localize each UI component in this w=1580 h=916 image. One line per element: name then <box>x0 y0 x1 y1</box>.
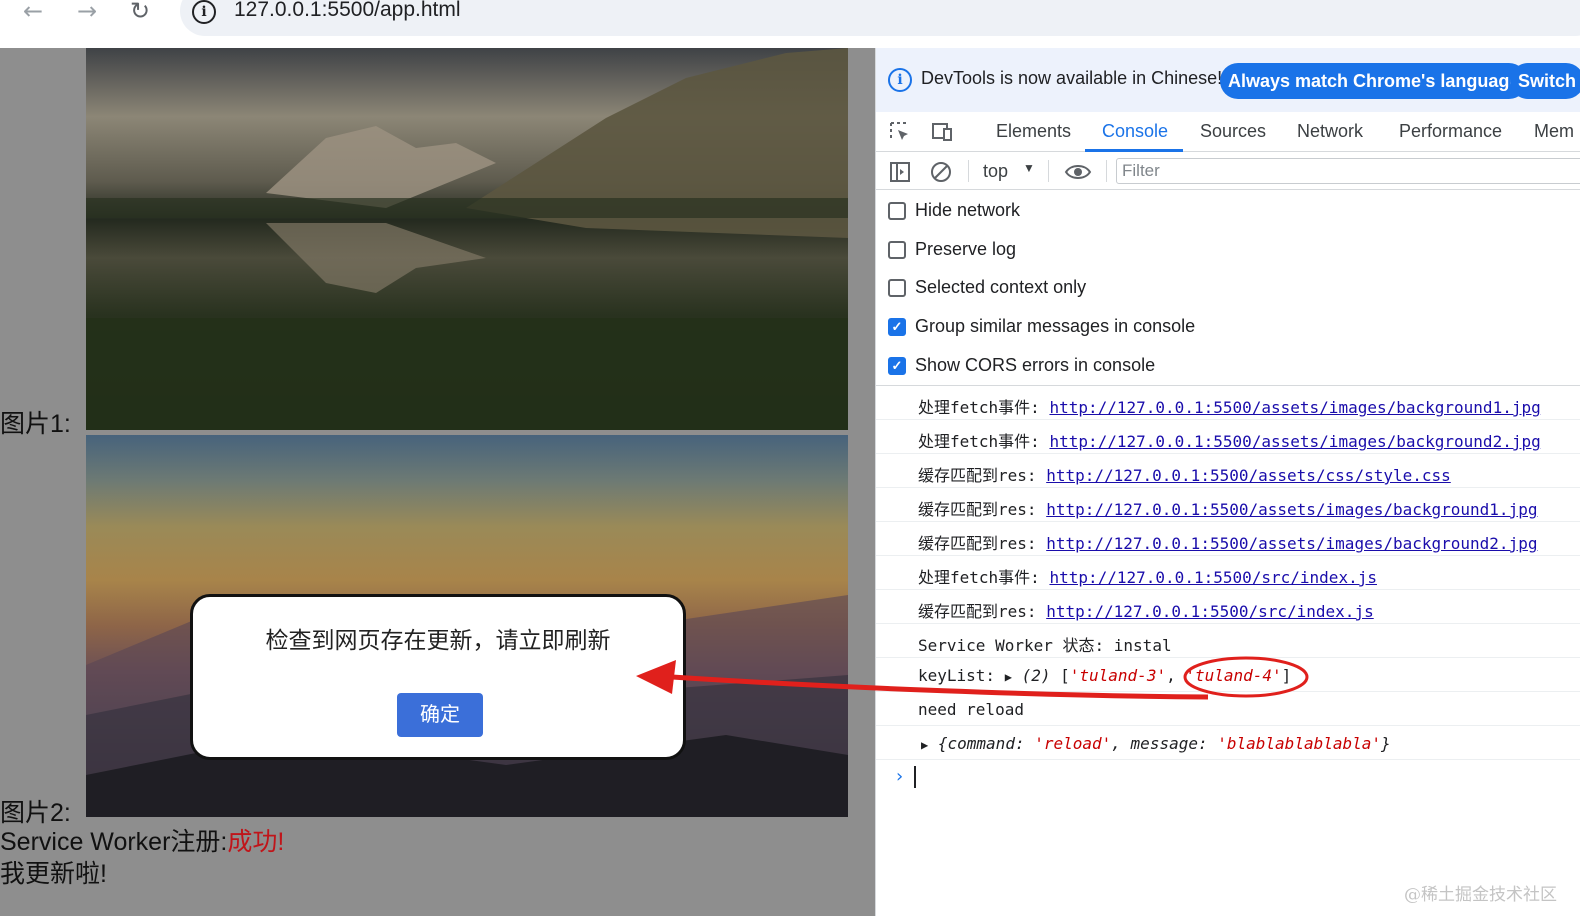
expand-triangle-icon[interactable]: ▶ <box>921 738 928 752</box>
checkbox-checked[interactable]: ✓ <box>888 357 906 375</box>
setting-label: Show CORS errors in console <box>915 355 1156 375</box>
console-row-keylist[interactable]: keyList: ▶ (2) ['tuland-3', 'tuland-4'] <box>876 658 1580 692</box>
dialog-message: 检查到网页存在更新，请立即刷新 <box>265 627 611 653</box>
page-viewport: 图片1: 图片2: Service Worker注册:成功! 我更新啦! 检查到… <box>0 48 875 916</box>
log-prefix: 缓存匹配到res: <box>918 602 1037 621</box>
console-row: 缓存匹配到res: http://127.0.0.1:5500/assets/i… <box>876 522 1580 556</box>
console-row: need reload <box>876 692 1580 726</box>
setting-label: Group similar messages in console <box>915 316 1196 336</box>
always-match-language-button[interactable]: Always match Chrome's language <box>1220 63 1528 99</box>
log-prefix: 处理fetch事件: <box>918 568 1040 587</box>
console-output: 处理fetch事件: http://127.0.0.1:5500/assets/… <box>876 386 1580 916</box>
update-dialog: 检查到网页存在更新，请立即刷新 确定 <box>190 594 686 760</box>
keylist-item: 'tuland-4' <box>1185 666 1282 685</box>
eye-icon[interactable] <box>1064 160 1092 184</box>
log-link[interactable]: http://127.0.0.1:5500/assets/images/back… <box>1049 432 1540 451</box>
setting-label: Selected context only <box>915 277 1087 297</box>
console-row-object[interactable]: ▶ {command: 'reload', message: 'blablabl… <box>876 726 1580 760</box>
watermark: @稀土掘金技术社区 <box>1404 885 1557 905</box>
back-arrow-icon[interactable]: ← <box>16 0 50 26</box>
reload-icon[interactable]: ↻ <box>123 0 157 26</box>
context-selector[interactable]: top <box>983 161 1008 182</box>
log-prefix: 缓存匹配到res: <box>918 534 1037 553</box>
info-icon: i <box>888 68 912 92</box>
keylist-count: (2) <box>1021 666 1051 685</box>
log-link[interactable]: http://127.0.0.1:5500/src/index.js <box>1049 568 1377 587</box>
sw-state-label: Service Worker 状态: <box>918 636 1105 655</box>
checkbox-checked[interactable]: ✓ <box>888 318 906 336</box>
console-prompt-icon: › <box>894 766 905 787</box>
chevron-down-icon[interactable]: ▼ <box>1023 161 1035 175</box>
object-key: message <box>1130 734 1198 753</box>
confirm-button[interactable]: 确定 <box>397 693 483 737</box>
console-filterbar: top ▼ Filter <box>876 152 1580 190</box>
tab-performance[interactable]: Performance <box>1399 121 1502 142</box>
sw-label: Service Worker注册: <box>0 828 228 856</box>
keylist-label: keyList: <box>918 666 996 685</box>
log-prefix: 处理fetch事件: <box>918 432 1040 451</box>
sw-register-status: Service Worker注册:成功! <box>0 822 284 858</box>
devtools-tabbar: Elements Console Sources Network Perform… <box>876 112 1580 152</box>
object-value: 'blablablablabla' <box>1217 734 1382 753</box>
tab-network[interactable]: Network <box>1297 121 1363 142</box>
sw-status-value: 成功! <box>227 828 285 856</box>
console-input-caret[interactable] <box>914 766 916 788</box>
separator <box>968 160 969 182</box>
console-row: 处理fetch事件: http://127.0.0.1:5500/assets/… <box>876 386 1580 420</box>
keylist-item: 'tuland-3' <box>1069 666 1167 685</box>
log-link[interactable]: http://127.0.0.1:5500/assets/images/back… <box>1046 500 1537 519</box>
console-row: 缓存匹配到res: http://127.0.0.1:5500/src/inde… <box>876 590 1580 624</box>
object-value: 'reload' <box>1034 734 1112 753</box>
log-prefix: 缓存匹配到res: <box>918 500 1037 519</box>
log-link[interactable]: http://127.0.0.1:5500/assets/images/back… <box>1049 398 1540 417</box>
console-row: Service Worker 状态: instal <box>876 624 1580 658</box>
forward-arrow-icon[interactable]: → <box>70 0 104 26</box>
expand-triangle-icon[interactable]: ▶ <box>1005 670 1012 684</box>
infobar-text: DevTools is now available in Chinese! <box>921 68 1223 88</box>
language-infobar: i DevTools is now available in Chinese! … <box>876 48 1580 112</box>
checkbox[interactable] <box>888 279 906 297</box>
tab-sources[interactable]: Sources <box>1200 121 1266 142</box>
clear-console-icon[interactable] <box>929 160 953 184</box>
tab-elements[interactable]: Elements <box>996 121 1071 142</box>
checkbox[interactable] <box>888 241 906 259</box>
console-row: 处理fetch事件: http://127.0.0.1:5500/assets/… <box>876 420 1580 454</box>
image1-label: 图片1: <box>0 410 71 438</box>
background-image-1 <box>86 48 848 430</box>
sw-state-value: instal <box>1113 636 1172 655</box>
tab-memory[interactable]: Mem <box>1534 121 1574 142</box>
setting-label: Preserve log <box>915 239 1017 259</box>
log-prefix: 处理fetch事件: <box>918 398 1040 417</box>
tab-console[interactable]: Console <box>1102 121 1168 142</box>
update-text: 我更新啦! <box>0 860 107 888</box>
devtools-panel: i DevTools is now available in Chinese! … <box>875 48 1580 916</box>
inspect-element-icon[interactable] <box>888 120 912 144</box>
console-settings: Hide network Preserve log Selected conte… <box>876 190 1580 386</box>
sidebar-toggle-icon[interactable] <box>888 160 912 184</box>
log-link[interactable]: http://127.0.0.1:5500/assets/css/style.c… <box>1046 466 1451 485</box>
console-row: 缓存匹配到res: http://127.0.0.1:5500/assets/c… <box>876 454 1580 488</box>
info-icon[interactable]: i <box>192 0 216 24</box>
console-row: 处理fetch事件: http://127.0.0.1:5500/src/ind… <box>876 556 1580 590</box>
url-text[interactable]: 127.0.0.1:5500/app.html <box>234 0 461 22</box>
need-reload-text: need reload <box>918 700 1024 719</box>
console-row: 缓存匹配到res: http://127.0.0.1:5500/assets/i… <box>876 488 1580 522</box>
device-toolbar-icon[interactable] <box>930 120 954 144</box>
object-key: command <box>947 734 1015 753</box>
log-link[interactable]: http://127.0.0.1:5500/assets/images/back… <box>1046 534 1537 553</box>
checkbox[interactable] <box>888 202 906 220</box>
filter-input[interactable]: Filter <box>1116 158 1580 184</box>
setting-label: Hide network <box>915 200 1021 220</box>
separator <box>1106 160 1107 182</box>
switch-language-button[interactable]: Switch <box>1510 63 1580 99</box>
log-link[interactable]: http://127.0.0.1:5500/src/index.js <box>1046 602 1374 621</box>
separator <box>1048 160 1049 182</box>
browser-toolbar: ← → ↻ i 127.0.0.1:5500/app.html <box>0 0 1580 48</box>
log-prefix: 缓存匹配到res: <box>918 466 1037 485</box>
